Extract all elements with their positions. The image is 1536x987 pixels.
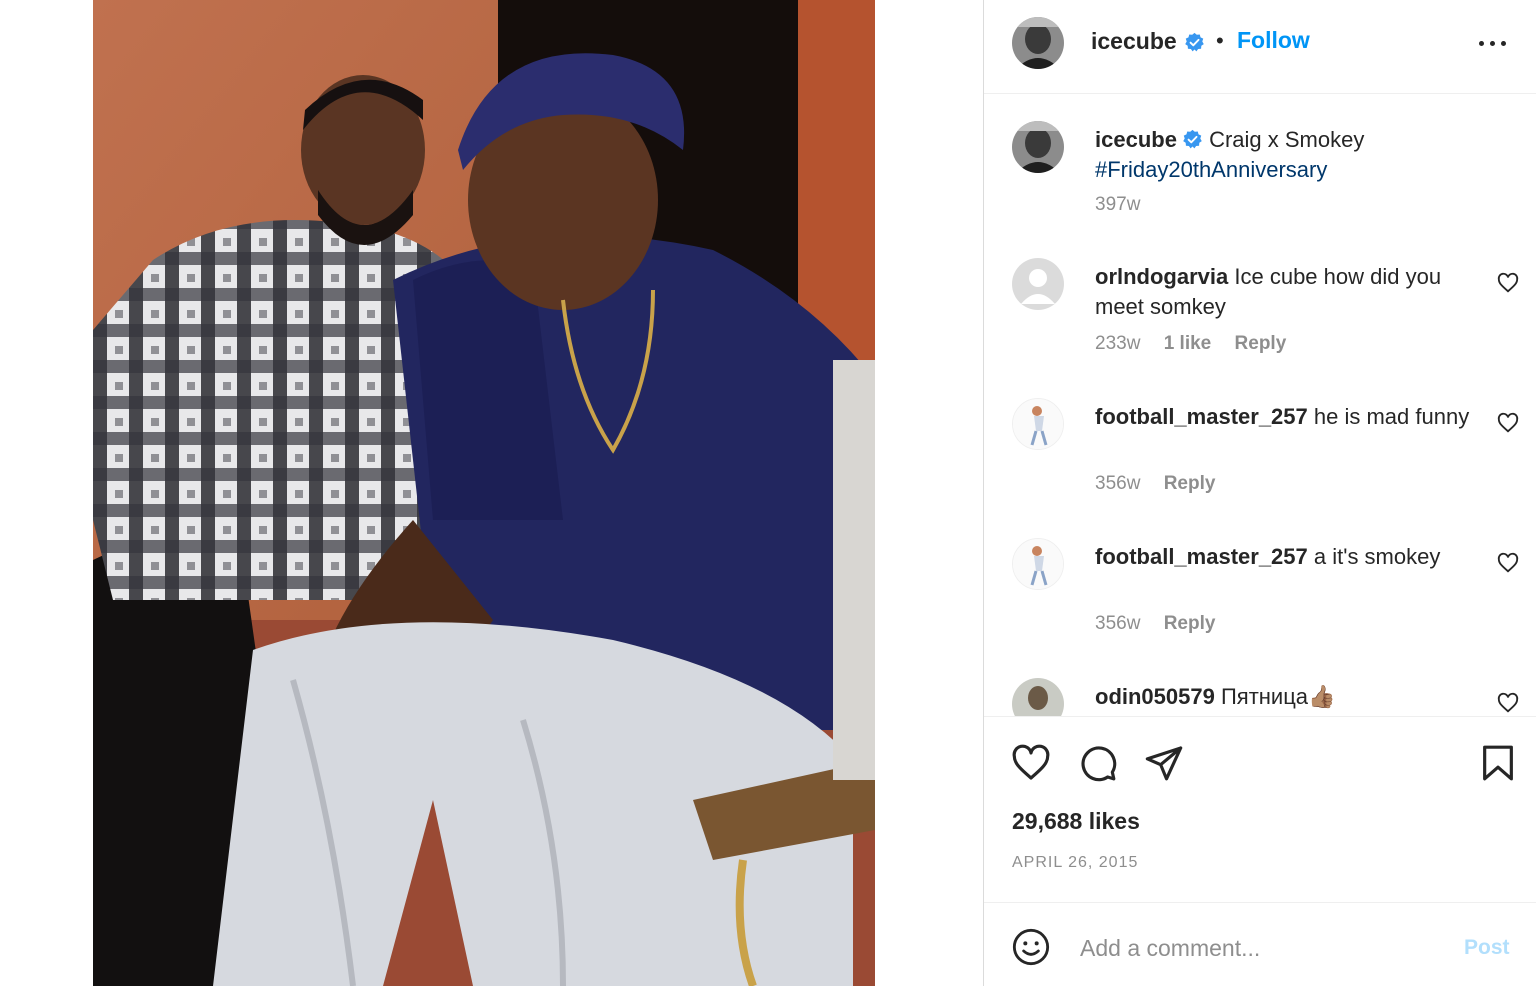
comment-meta: 356w Reply <box>1095 613 1233 635</box>
comment-like-heart-icon[interactable] <box>1497 412 1519 434</box>
comment-body: Пятница👍🏽 <box>1220 684 1336 709</box>
commenter-avatar[interactable] <box>1012 258 1064 310</box>
comment-body: a it's smokey <box>1313 544 1441 569</box>
commenter-avatar[interactable] <box>1012 678 1064 716</box>
verified-badge-icon <box>1183 129 1202 149</box>
post-date[interactable]: APRIL 26, 2015 <box>1012 854 1138 872</box>
reply-button[interactable]: Reply <box>1235 333 1287 354</box>
comment-like-heart-icon[interactable] <box>1497 272 1519 294</box>
caption-meta: 397w <box>1095 194 1158 216</box>
caption-time[interactable]: 397w <box>1095 194 1140 215</box>
comment-text: football_master_257 a it's smokey <box>1095 542 1470 572</box>
comment-username[interactable]: football_master_257 <box>1095 544 1308 569</box>
bookmark-icon[interactable] <box>1478 743 1518 783</box>
verified-badge-icon <box>1185 32 1204 52</box>
commenter-avatar[interactable] <box>1012 398 1064 450</box>
post-comment-button[interactable]: Post <box>1464 936 1510 960</box>
comment-text: football_master_257 he is mad funny <box>1095 402 1470 432</box>
caption-avatar[interactable] <box>1012 121 1064 173</box>
comment-username[interactable]: odin050579 <box>1095 684 1215 709</box>
comment-composer: Post <box>984 902 1536 987</box>
comment-meta: 356w Reply <box>1095 473 1233 495</box>
commenter-avatar[interactable] <box>1012 538 1064 590</box>
separator-dot: • <box>1216 28 1224 53</box>
more-options-icon[interactable] <box>1479 30 1509 56</box>
comment-time[interactable]: 356w <box>1095 613 1140 634</box>
comment-text: odin050579 Пятница👍🏽 <box>1095 682 1470 712</box>
comment-icon[interactable] <box>1078 743 1118 783</box>
author-avatar[interactable] <box>1012 17 1064 69</box>
caption-body: Craig x Smokey <box>1209 127 1365 152</box>
caption-hashtag[interactable]: #Friday20thAnniversary <box>1095 157 1327 182</box>
share-icon[interactable] <box>1144 743 1184 783</box>
heart-icon[interactable] <box>1011 743 1051 783</box>
post-photo[interactable] <box>93 0 875 986</box>
comment-time[interactable]: 356w <box>1095 473 1140 494</box>
post-actions: 29,688 likes APRIL 26, 2015 <box>984 716 1536 902</box>
follow-button[interactable]: Follow <box>1237 27 1310 54</box>
post-media-area <box>0 0 983 986</box>
post-header: icecube • Follow <box>984 0 1536 94</box>
comment-meta: 233w 1 like Reply <box>1095 333 1304 355</box>
comment-text: orlndogarvia Ice cube how did you meet s… <box>1095 262 1470 322</box>
likes-count[interactable]: 29,688 likes <box>1012 808 1140 835</box>
emoji-icon[interactable] <box>1011 927 1051 967</box>
caption-text: icecube Craig x Smokey #Friday20thAnnive… <box>1095 125 1470 185</box>
comments-list[interactable]: icecube Craig x Smokey #Friday20thAnnive… <box>984 94 1536 716</box>
comment-username[interactable]: orlndogarvia <box>1095 264 1228 289</box>
comment-like-heart-icon[interactable] <box>1497 692 1519 714</box>
comment-username[interactable]: football_master_257 <box>1095 404 1308 429</box>
reply-button[interactable]: Reply <box>1164 613 1216 634</box>
add-comment-input[interactable] <box>1078 927 1452 969</box>
comment-likes[interactable]: 1 like <box>1164 333 1212 354</box>
reply-button[interactable]: Reply <box>1164 473 1216 494</box>
comment-body: he is mad funny <box>1313 404 1470 429</box>
caption-username[interactable]: icecube <box>1095 127 1177 152</box>
post-side-panel: icecube • Follow icecube Craig x Smokey … <box>983 0 1536 986</box>
author-username[interactable]: icecube <box>1091 28 1177 55</box>
comment-like-heart-icon[interactable] <box>1497 552 1519 574</box>
comment-time[interactable]: 233w <box>1095 333 1140 354</box>
